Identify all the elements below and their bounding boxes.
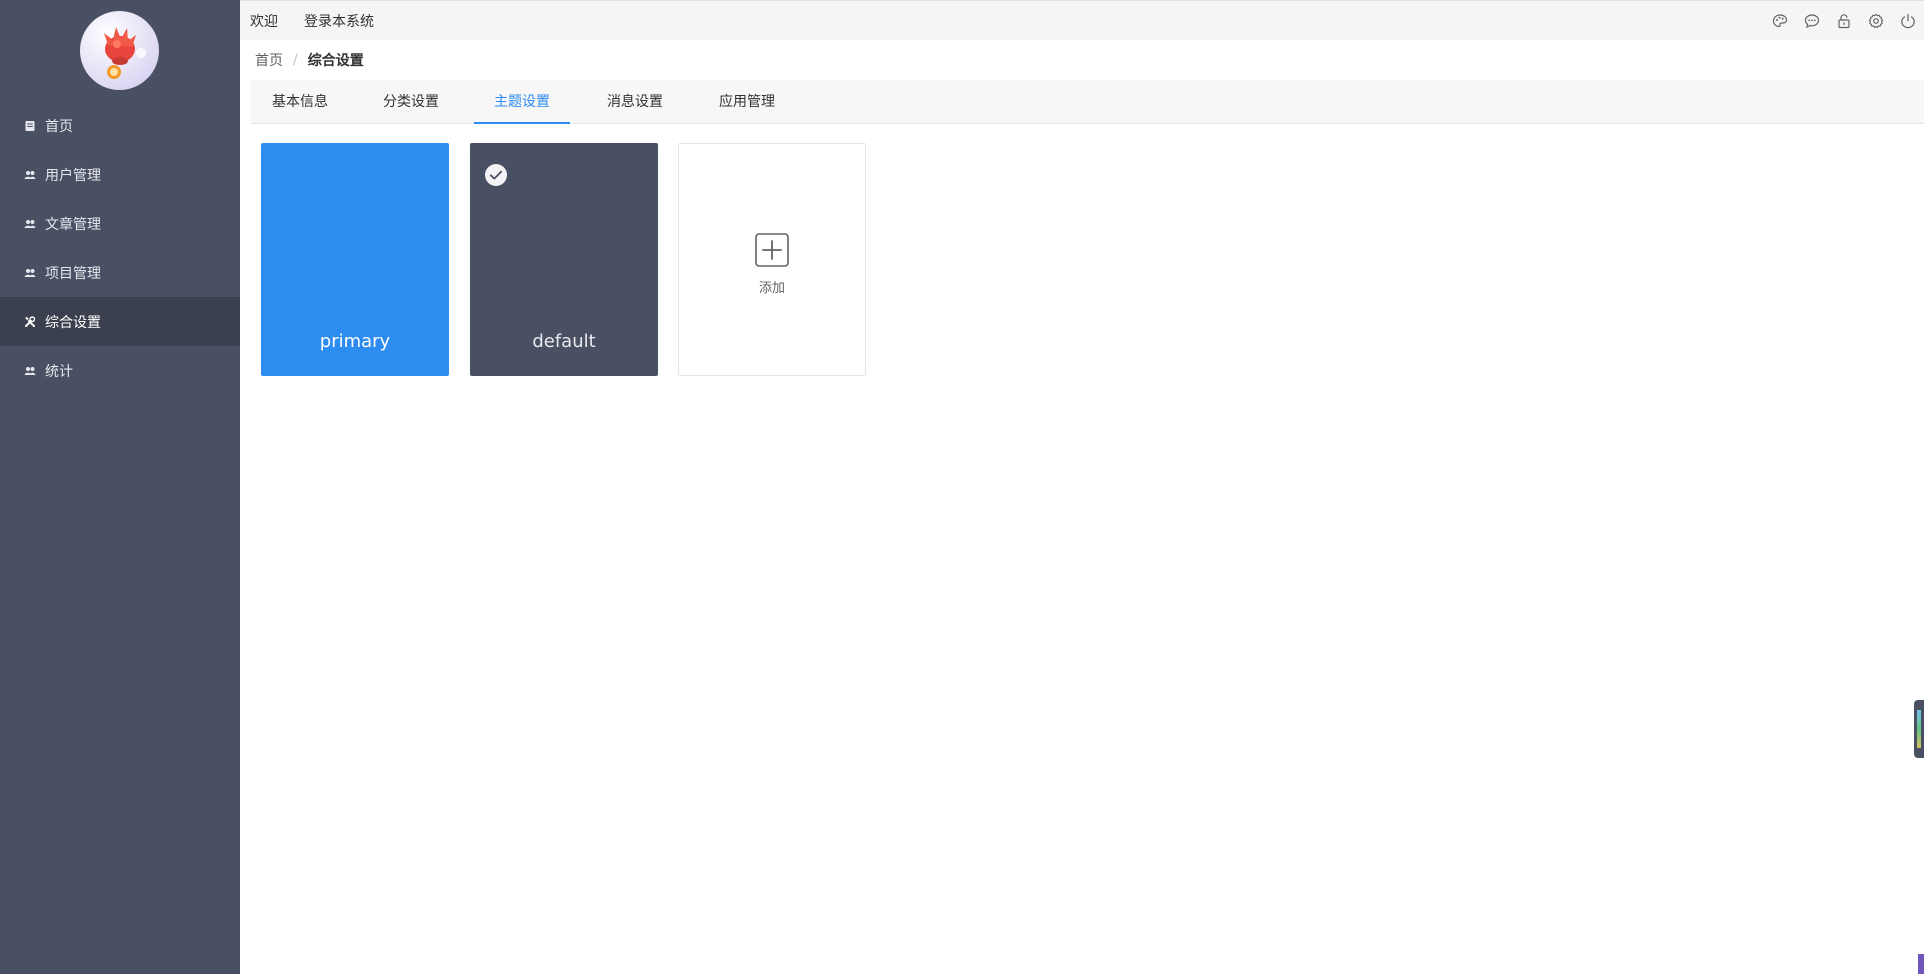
sidebar-item-label: 统计 [45,363,73,380]
sidebar-item-articles[interactable]: 文章管理 [0,199,240,248]
sidebar-item-label: 用户管理 [45,167,101,184]
welcome-text: 欢迎 [250,13,278,30]
sidebar-item-settings[interactable]: 综合设置 [0,297,240,346]
tab-basic-info[interactable]: 基本信息 [270,80,330,124]
sidebar-item-label: 项目管理 [45,265,101,282]
users-icon [24,365,36,377]
users-icon [24,169,36,181]
breadcrumb-separator: / [293,52,298,68]
app-root: 首页 用户管理 文章管理 项目管理 综合设置 统计 欢迎 登录本系统 首页 / … [0,0,1924,974]
breadcrumb-current: 综合设置 [307,53,364,69]
corner-marker [1918,954,1924,974]
chat-icon[interactable] [1804,13,1820,29]
users-icon [24,267,36,279]
sidebar-item-home[interactable]: 首页 [0,101,240,150]
sidebar-menu: 首页 用户管理 文章管理 项目管理 综合设置 统计 [0,101,240,395]
floating-toolbar-bars [1917,710,1921,748]
add-theme-label: 添加 [758,281,785,296]
tools-icon [24,315,36,328]
check-circle-icon [484,163,508,187]
tab-message-settings[interactable]: 消息设置 [605,80,665,124]
theme-card-label: primary [319,331,391,352]
settings-tabs: 基本信息 分类设置 主题设置 消息设置 应用管理 [251,80,1924,124]
login-info-text: 登录本系统 [304,13,374,30]
floating-toolbar-handle[interactable] [1914,700,1924,758]
tab-theme-settings[interactable]: 主题设置 [474,80,570,124]
breadcrumb-home[interactable]: 首页 [255,50,283,70]
sidebar-item-projects[interactable]: 项目管理 [0,248,240,297]
sidebar: 首页 用户管理 文章管理 项目管理 综合设置 统计 [0,0,240,974]
doc-icon [24,120,36,132]
sidebar-item-stats[interactable]: 统计 [0,346,240,395]
topbar: 欢迎 登录本系统 [240,0,1924,40]
power-icon[interactable] [1900,13,1916,29]
theme-card-label: default [532,331,596,352]
lock-icon[interactable] [1836,13,1852,29]
palette-icon[interactable] [1772,13,1788,29]
sidebar-item-label: 综合设置 [45,314,101,331]
theme-card-primary[interactable]: primary [261,143,449,376]
breadcrumb: 首页 / 综合设置 [255,51,364,69]
theme-card-default[interactable]: default [470,143,658,376]
add-theme-button[interactable]: 添加 [678,143,866,376]
plus-square-icon [755,233,789,267]
sidebar-item-label: 首页 [45,118,73,135]
tab-app-management[interactable]: 应用管理 [717,80,777,124]
topbar-actions [1756,1,1916,41]
users-icon [24,218,36,230]
tab-category-settings[interactable]: 分类设置 [381,80,441,124]
avatar[interactable] [80,11,159,90]
gear-icon[interactable] [1868,13,1884,29]
sidebar-item-label: 文章管理 [45,216,101,233]
avatar-image [104,27,146,79]
sidebar-item-users[interactable]: 用户管理 [0,150,240,199]
